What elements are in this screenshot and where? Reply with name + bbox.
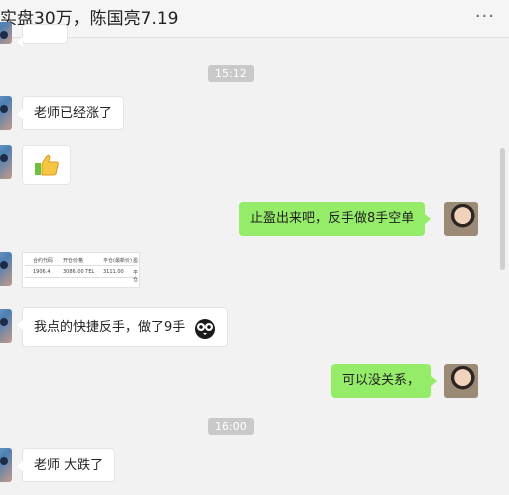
scrollbar[interactable] [500,148,505,270]
sheet-header: 平仓(最新价) [103,258,132,264]
owl-emoji-icon [195,318,216,339]
message-bubble-self[interactable]: 止盈出来吧，反手做8手空单 [239,202,432,236]
avatar[interactable] [0,96,12,130]
sheet-header: 合约代码 [33,258,54,264]
message-bubble[interactable]: 老师已经涨了 [16,96,125,130]
avatar[interactable] [0,309,12,343]
chat-header: 实盘30万，陈国亮7.19 ··· [0,0,509,38]
message-bubble-partial[interactable] [17,24,68,47]
sheet-cell: 3086.00 TEL [63,269,95,275]
avatar[interactable] [0,145,12,179]
avatar-self[interactable] [444,202,478,236]
sheet-cell: 1906.4 [33,269,51,275]
thumbs-up-icon [35,154,59,176]
message-bubble-self[interactable]: 可以没关系， [331,364,438,398]
timestamp: 16:00 [208,418,254,435]
image-message[interactable]: 合约代码 开仓价格 平仓(最新价) 盈 1906.4 3086.00 TEL 3… [22,252,140,288]
message-bubble[interactable]: 老师 大跌了 [16,448,116,482]
avatar[interactable] [0,252,12,286]
sheet-header: 盈 [133,258,139,264]
timestamp: 15:12 [208,65,254,82]
sheet-cell: 3111.00 [103,269,124,275]
sheet-cell: 平仓 [133,270,139,283]
message-bubble[interactable]: 我点的快捷反手，做了9手 [16,307,229,347]
avatar-self[interactable] [444,364,478,398]
sheet-header: 开仓价格 [63,258,84,264]
more-icon[interactable]: ··· [475,6,495,27]
avatar[interactable] [0,22,12,44]
message-bubble[interactable] [22,145,71,185]
message-text: 我点的快捷反手，做了9手 [34,320,186,335]
avatar[interactable] [0,448,12,482]
